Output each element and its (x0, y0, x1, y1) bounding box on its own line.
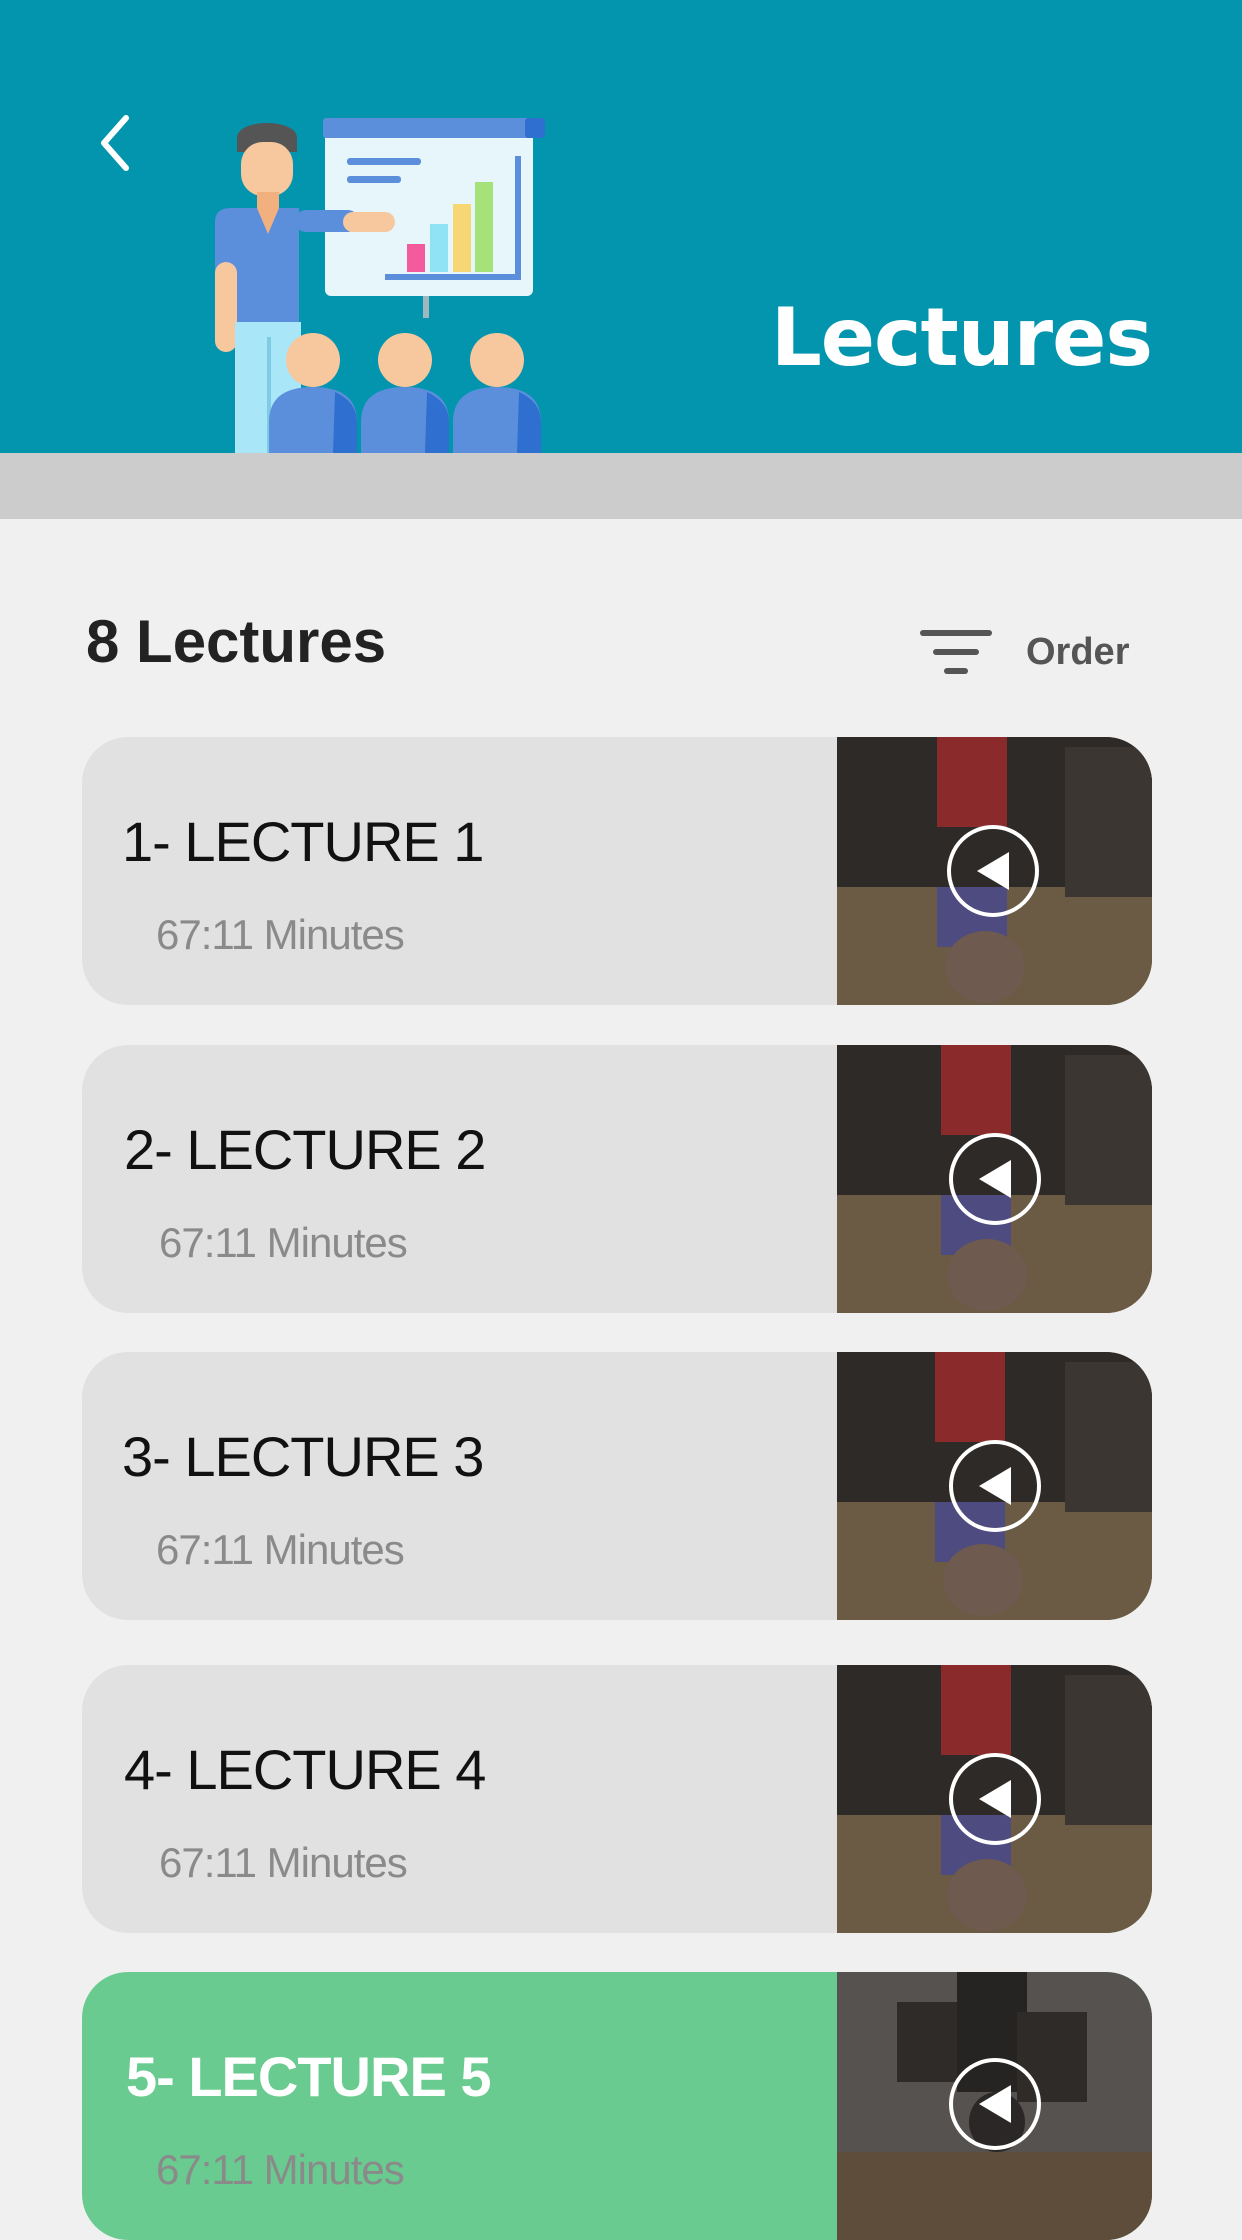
lecture-duration: 67:11 Minutes (159, 1839, 408, 1886)
page-title: Lectures (770, 291, 1153, 384)
lecture-card[interactable]: 2- LECTURE 2 67:11 Minutes (82, 1045, 1152, 1313)
header-divider (0, 453, 1242, 519)
back-button[interactable] (90, 108, 140, 178)
lecture-card[interactable]: 1- LECTURE 1 67:11 Minutes (82, 737, 1152, 1005)
lecture-card[interactable]: 4- LECTURE 4 67:11 Minutes (82, 1665, 1152, 1933)
lecture-thumbnail[interactable] (837, 737, 1152, 1005)
lecture-title: 4- LECTURE 4 (124, 1738, 486, 1801)
play-icon[interactable] (949, 1753, 1041, 1845)
lecture-title: 1- LECTURE 1 (122, 810, 484, 873)
lecture-duration: 67:11 Minutes (156, 911, 405, 958)
play-icon[interactable] (949, 1440, 1041, 1532)
order-button[interactable]: Order (920, 622, 1129, 682)
lecture-count: 8 Lectures (86, 608, 387, 675)
filter-icon (920, 630, 992, 674)
lecture-duration: 67:11 Minutes (156, 2146, 405, 2193)
lecture-thumbnail[interactable] (837, 1352, 1152, 1620)
play-icon[interactable] (949, 2058, 1041, 2150)
lecture-thumbnail[interactable] (837, 1972, 1152, 2240)
lecture-title: 3- LECTURE 3 (122, 1425, 484, 1488)
lecture-duration: 67:11 Minutes (156, 1526, 405, 1573)
lecture-card[interactable]: 3- LECTURE 3 67:11 Minutes (82, 1352, 1152, 1620)
play-icon[interactable] (947, 825, 1039, 917)
lecture-card-active[interactable]: 5- LECTURE 5 67:11 Minutes (82, 1972, 1152, 2240)
header: Lectures (0, 0, 1242, 453)
lecture-title: 2- LECTURE 2 (124, 1118, 486, 1181)
lecture-duration: 67:11 Minutes (159, 1219, 408, 1266)
lecture-illustration (215, 118, 545, 453)
lecture-thumbnail[interactable] (837, 1665, 1152, 1933)
order-label: Order (1026, 630, 1130, 673)
play-icon[interactable] (949, 1133, 1041, 1225)
lecture-thumbnail[interactable] (837, 1045, 1152, 1313)
chevron-left-icon (101, 115, 129, 171)
lecture-title: 5- LECTURE 5 (126, 2045, 491, 2108)
